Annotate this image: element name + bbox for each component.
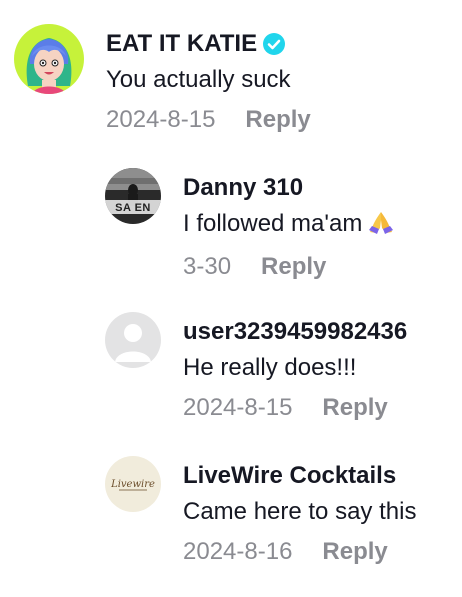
comment-text: I followed ma'am — [183, 210, 394, 241]
folded-hands-icon — [368, 210, 394, 241]
avatar[interactable] — [14, 24, 84, 94]
svg-text:Livewire: Livewire — [110, 479, 155, 490]
comment-meta: 2024-8-15 Reply — [183, 394, 407, 422]
username[interactable]: Danny 310 — [183, 174, 303, 202]
comment-body: EAT IT KATIE You actually suck 2024-8-15… — [106, 24, 311, 134]
username[interactable]: EAT IT KATIE — [106, 30, 257, 58]
cartoon-woman-icon — [14, 24, 84, 94]
name-row: EAT IT KATIE — [106, 30, 311, 58]
comment-date: 2024-8-16 — [183, 538, 293, 565]
reply-button[interactable]: Reply — [322, 538, 387, 566]
comment-date: 2024-8-15 — [183, 394, 293, 421]
photo-avatar: SA EN — [105, 168, 161, 224]
default-user-icon — [105, 312, 161, 368]
reply-button[interactable]: Reply — [322, 394, 387, 422]
reply-button[interactable]: Reply — [261, 253, 326, 281]
comment-meta: 2024-8-15 Reply — [106, 106, 311, 134]
name-row: LiveWire Cocktails — [183, 462, 416, 490]
avatar[interactable]: SA EN — [105, 168, 161, 224]
comment-text: Came here to say this — [183, 498, 417, 525]
comment-body: LiveWire Cocktails Came here to say this… — [183, 456, 416, 566]
comment-item: Livewire LiveWire Cocktails Came here to… — [105, 456, 416, 566]
avatar[interactable]: Livewire — [105, 456, 161, 512]
comment-text: You actually suck — [106, 66, 291, 93]
name-row: user3239459982436 — [183, 318, 407, 346]
comment-item: SA EN Danny 310 I followed ma'am 3-30 Re… — [105, 168, 394, 281]
name-row: Danny 310 — [183, 174, 394, 202]
comment-text: He really does!!! — [183, 354, 357, 381]
verified-badge-icon — [263, 33, 286, 55]
comment-item: EAT IT KATIE You actually suck 2024-8-15… — [14, 24, 311, 134]
username[interactable]: LiveWire Cocktails — [183, 462, 396, 490]
comment-meta: 2024-8-16 Reply — [183, 538, 416, 566]
comment-date: 2024-8-15 — [106, 106, 216, 133]
comment-date: 3-30 — [183, 253, 232, 280]
reply-button[interactable]: Reply — [245, 106, 310, 134]
comment-text-content: I followed ma'am — [183, 210, 363, 237]
livewire-logo: Livewire — [105, 456, 161, 512]
avatar[interactable] — [105, 312, 161, 368]
comment-body: user3239459982436 He really does!!! 2024… — [183, 312, 407, 422]
comment-body: Danny 310 I followed ma'am 3-30 Reply — [183, 168, 394, 281]
comment-meta: 3-30 Reply — [183, 253, 394, 281]
svg-text:SA EN: SA EN — [115, 202, 151, 214]
username[interactable]: user3239459982436 — [183, 318, 407, 346]
comment-item: user3239459982436 He really does!!! 2024… — [105, 312, 407, 422]
